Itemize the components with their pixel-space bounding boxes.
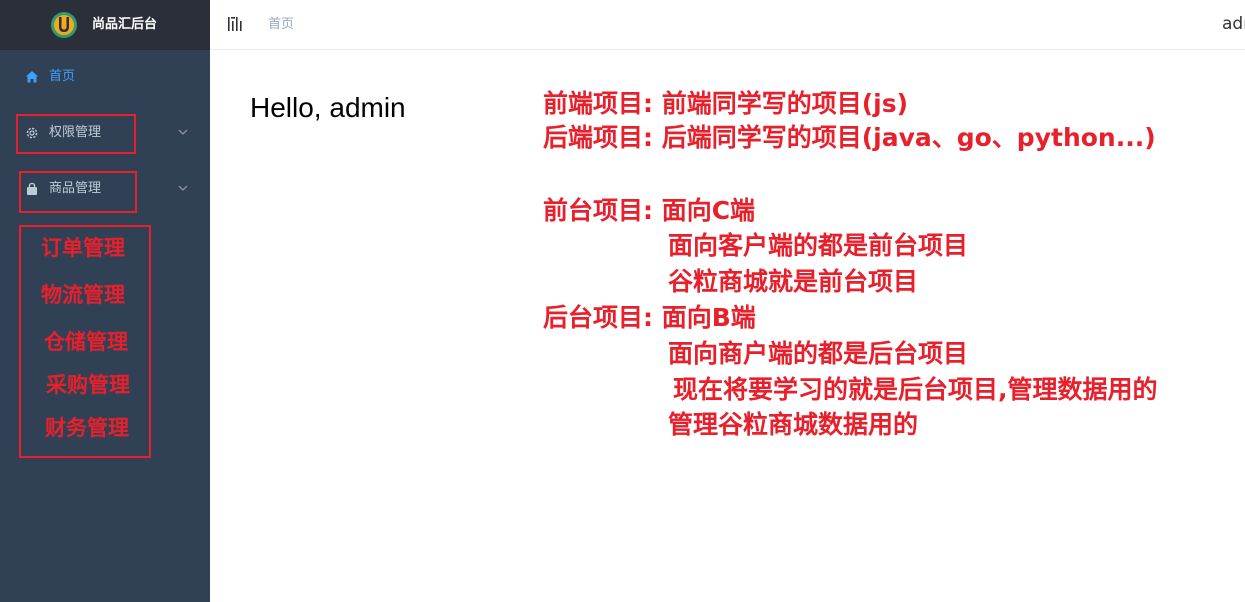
sidebar-item-label: 首页 — [49, 69, 76, 84]
annotation-warehouse: 仓储管理 — [44, 330, 128, 354]
annotation-box-product — [19, 171, 137, 213]
annotation-logistics: 物流管理 — [41, 283, 125, 307]
logo-icon — [51, 12, 77, 38]
greeting: Hello, admin — [250, 92, 406, 123]
annotation-purchase: 采购管理 — [46, 373, 130, 397]
annotation-finance: 财务管理 — [45, 416, 129, 440]
sidebar-item-home[interactable]: 首页 — [0, 50, 210, 106]
sidebar: 尚品汇后台 首页 权限管理 商品管理 订单管理 物流管理 仓储管理 采购管理 财… — [0, 0, 210, 602]
note-line: 前端项目: 前端同学写的项目(js) — [543, 89, 909, 118]
note-line: 后端项目: 后端同学写的项目(java、go、python...) — [543, 123, 1156, 152]
note-line: 后台项目: 面向B端 — [543, 303, 756, 332]
chevron-down-icon — [178, 129, 188, 135]
hamburger-icon[interactable] — [228, 16, 242, 32]
note-line: 面向客户端的都是前台项目 — [668, 231, 969, 260]
chevron-down-icon — [178, 185, 188, 191]
note-line: 现在将要学习的就是后台项目,管理数据用的 — [673, 375, 1158, 404]
breadcrumb[interactable]: 首页 — [268, 16, 294, 34]
note-line: 面向商户端的都是后台项目 — [668, 339, 969, 368]
note-line: 前台项目: 面向C端 — [543, 196, 756, 225]
home-icon — [26, 71, 38, 83]
top-navbar: 首页 admin — [210, 0, 1245, 50]
app-title: 尚品汇后台 — [92, 17, 158, 32]
annotation-order: 订单管理 — [41, 236, 125, 260]
app-root: 尚品汇后台 首页 权限管理 商品管理 订单管理 物流管理 仓储管理 采购管理 财… — [0, 0, 1245, 602]
note-line: 管理谷粒商城数据用的 — [668, 410, 919, 439]
note-line: 谷粒商城就是前台项目 — [668, 267, 919, 296]
logo-bar[interactable]: 尚品汇后台 — [0, 0, 210, 50]
annotation-box-permission — [16, 114, 136, 154]
user-name[interactable]: admin — [1222, 13, 1245, 35]
